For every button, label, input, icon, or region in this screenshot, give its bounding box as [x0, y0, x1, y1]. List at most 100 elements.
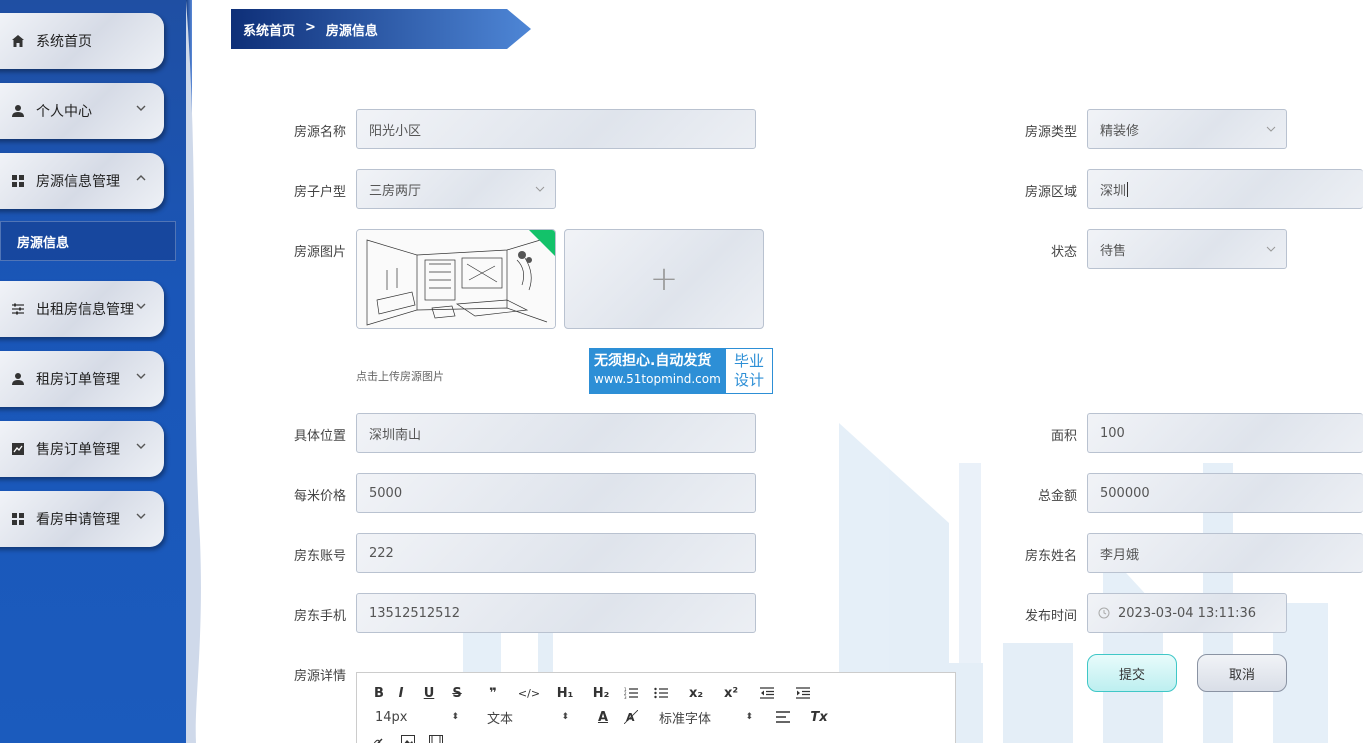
- layout-select[interactable]: 三房两厅: [356, 169, 556, 209]
- grid-icon: [10, 511, 26, 527]
- publish-time-value: 2023-03-04 13:11:36: [1118, 605, 1257, 621]
- text-cursor: [1127, 181, 1129, 197]
- select-arrows-icon: ⬍: [561, 712, 569, 722]
- chevron-down-icon: [1266, 126, 1276, 132]
- home-icon: [10, 33, 26, 49]
- user-icon: [10, 103, 26, 119]
- chevron-down-icon: [136, 105, 146, 111]
- watermark-right1: 毕业: [733, 352, 764, 370]
- watermark-line2: www.51topmind.com: [594, 372, 721, 386]
- house-sketch-image: [357, 230, 555, 328]
- sidebar-subitem-house-info[interactable]: 房源信息: [0, 221, 176, 261]
- area-label: 面积: [1050, 429, 1077, 444]
- name-input[interactable]: 阳光小区: [356, 109, 756, 149]
- sidebar-item-home[interactable]: 系统首页: [0, 13, 164, 69]
- font-family-value: 标准字体: [659, 711, 712, 727]
- clear-format-button[interactable]: Tx: [809, 707, 829, 727]
- paragraph-select[interactable]: 文本 ⬍: [487, 708, 569, 727]
- type-select[interactable]: 精装修: [1087, 109, 1287, 149]
- chevron-up-icon: [136, 175, 146, 181]
- highlight-icon[interactable]: A: [621, 707, 641, 727]
- sidebar-item-label: 系统首页: [36, 34, 92, 50]
- unit-price-input[interactable]: 5000: [356, 473, 756, 513]
- breadcrumb: 系统首页 > 房源信息: [231, 9, 531, 49]
- sidebar-item-label: 房源信息管理: [36, 174, 120, 190]
- sidebar-item-rental[interactable]: 出租房信息管理: [0, 281, 164, 337]
- unit-price-label: 每米价格: [293, 489, 346, 504]
- svg-text:3: 3: [624, 695, 627, 699]
- bold-button[interactable]: B: [371, 683, 387, 703]
- user-icon: [10, 371, 26, 387]
- breadcrumb-current: 房源信息: [325, 23, 378, 39]
- sidebar: 系统首页 个人中心 房源信息管理 房源信息 出租房信息管理 租房订单管理 售房订…: [0, 0, 192, 743]
- status-label: 状态: [1050, 245, 1077, 260]
- sidebar-item-personal[interactable]: 个人中心: [0, 83, 164, 139]
- total-input[interactable]: 500000: [1087, 473, 1363, 513]
- layout-select-value: 三房两厅: [369, 183, 422, 199]
- watermark-banner: 无须担心.自动发货 www.51topmind.com 毕业 设计: [589, 348, 773, 394]
- owner-name-label: 房东姓名: [1024, 549, 1077, 564]
- font-family-select[interactable]: 标准字体 ⬍: [659, 708, 753, 727]
- h1-button[interactable]: H₁: [543, 683, 587, 703]
- chart-icon: [10, 441, 26, 457]
- area-input[interactable]: 100: [1087, 413, 1363, 453]
- publish-time-picker[interactable]: 2023-03-04 13:11:36: [1087, 593, 1287, 633]
- chevron-down-icon: [1266, 246, 1276, 252]
- owner-phone-input[interactable]: 13512512512: [356, 593, 756, 633]
- font-color-icon[interactable]: A: [593, 707, 613, 727]
- image-icon[interactable]: [401, 731, 415, 743]
- align-icon[interactable]: [773, 707, 793, 727]
- sidebar-item-house-info[interactable]: 房源信息管理: [0, 153, 164, 209]
- image-upload-button[interactable]: +: [564, 229, 764, 329]
- detail-label: 房源详情: [293, 669, 346, 684]
- type-label: 房源类型: [1024, 125, 1077, 140]
- subscript-button[interactable]: x₂: [675, 683, 717, 703]
- quote-button[interactable]: ❞: [471, 683, 515, 703]
- sidebar-item-rent-orders[interactable]: 租房订单管理: [0, 351, 164, 407]
- location-label: 具体位置: [293, 429, 346, 444]
- sidebar-item-sale-orders[interactable]: 售房订单管理: [0, 421, 164, 477]
- breadcrumb-separator: >: [305, 19, 316, 35]
- h2-button[interactable]: H₂: [587, 683, 615, 703]
- grid-icon: [10, 173, 26, 189]
- underline-button[interactable]: U: [415, 683, 443, 703]
- video-icon[interactable]: [429, 731, 443, 743]
- house-image-thumbnail[interactable]: [356, 229, 556, 329]
- owner-account-input[interactable]: 222: [356, 533, 756, 573]
- owner-account-label: 房东账号: [293, 549, 346, 564]
- region-input[interactable]: 深圳: [1087, 169, 1363, 209]
- breadcrumb-home[interactable]: 系统首页: [243, 20, 295, 39]
- uploaded-check-corner: [529, 230, 555, 256]
- total-label: 总金额: [1037, 489, 1077, 504]
- cancel-button[interactable]: 取消: [1197, 654, 1287, 692]
- sidebar-item-viewing[interactable]: 看房申请管理: [0, 491, 164, 547]
- rich-text-editor[interactable]: B I U S ❞ </> H₁ H₂ 123 x₂ x² 14px ⬍ 文本 ⬍ …: [356, 672, 956, 743]
- paragraph-value: 文本: [487, 711, 514, 727]
- indent-icon[interactable]: [789, 683, 817, 703]
- bullet-list-icon[interactable]: [647, 683, 675, 703]
- code-button[interactable]: </>: [515, 683, 543, 703]
- editor-toolbar-row2: 14px ⬍ 文本 ⬍ A A 标准字体 ⬍ Tx: [375, 705, 829, 729]
- sidebar-item-label: 出租房信息管理: [36, 302, 134, 318]
- outdent-icon[interactable]: [745, 683, 789, 703]
- editor-toolbar-row3: [373, 729, 443, 743]
- location-input[interactable]: 深圳南山: [356, 413, 756, 453]
- strike-button[interactable]: S: [443, 683, 471, 703]
- select-arrows-icon: ⬍: [745, 712, 753, 722]
- superscript-button[interactable]: x²: [717, 683, 745, 703]
- watermark-line1: 无须担心.自动发货: [594, 353, 712, 369]
- font-size-value: 14px: [375, 709, 408, 725]
- font-size-select[interactable]: 14px ⬍: [375, 710, 459, 725]
- region-label: 房源区域: [1024, 185, 1077, 200]
- italic-button[interactable]: I: [387, 683, 415, 703]
- chevron-down-icon: [535, 186, 545, 192]
- select-arrows-icon: ⬍: [451, 712, 459, 722]
- status-select[interactable]: 待售: [1087, 229, 1287, 269]
- link-icon[interactable]: [373, 731, 387, 743]
- ordered-list-icon[interactable]: 123: [615, 683, 647, 703]
- plus-icon: +: [649, 259, 679, 299]
- owner-name-input[interactable]: 李月娥: [1087, 533, 1363, 573]
- chevron-down-icon: [136, 373, 146, 379]
- owner-phone-label: 房东手机: [293, 609, 346, 624]
- submit-button[interactable]: 提交: [1087, 654, 1177, 692]
